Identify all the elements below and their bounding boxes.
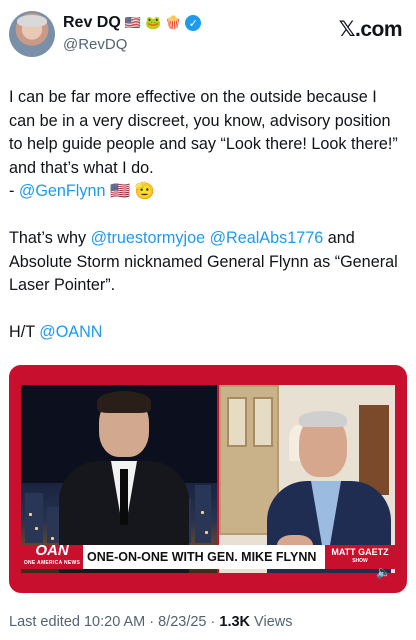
mention-genflynn[interactable]: @GenFlynn bbox=[19, 182, 106, 200]
tweet-header: Rev DQ 🇺🇸 🐸 🍿 ✓ @RevDQ 𝕏.com bbox=[0, 0, 416, 70]
oan-logo: OAN ONE AMERICA NEWS bbox=[21, 542, 83, 569]
oan-logo-text: OAN bbox=[35, 542, 69, 559]
frog-emoji: 🐸 bbox=[144, 15, 162, 30]
quote-text: I can be far more effective on the outsi… bbox=[9, 88, 398, 177]
verified-badge-icon: ✓ bbox=[185, 15, 202, 31]
tweet-explanation-paragraph: That’s why @truestormyjoe @RealAbs1776 a… bbox=[9, 227, 407, 298]
volume-icon[interactable]: 🔈 bbox=[376, 565, 391, 579]
views-label: Views bbox=[250, 614, 293, 630]
chyron-headline: ONE-ON-ONE WITH GEN. MIKE FLYNN bbox=[83, 545, 325, 569]
guest-hair bbox=[299, 411, 347, 427]
tweet-text: I can be far more effective on the outsi… bbox=[9, 86, 407, 368]
author-avatar[interactable] bbox=[9, 11, 55, 57]
flag-salute-emojis: 🇺🇸 🫡 bbox=[110, 182, 155, 200]
author-name-row: Rev DQ 🇺🇸 🐸 🍿 ✓ bbox=[63, 14, 202, 32]
bookshelf bbox=[359, 405, 389, 495]
tweet-meta: Last edited 10:20 AM · 8/23/25 · 1.3K Vi… bbox=[9, 614, 292, 630]
host-tie bbox=[120, 469, 128, 525]
author-display-name[interactable]: Rev DQ bbox=[63, 14, 121, 32]
mention-truestormyjoe[interactable]: @truestormyjoe bbox=[91, 229, 206, 247]
hat-tip-prefix: H/T bbox=[9, 323, 40, 341]
last-edited-timestamp[interactable]: Last edited 10:20 AM · 8/23/25 · bbox=[9, 614, 219, 630]
popcorn-emoji: 🍿 bbox=[165, 15, 182, 30]
mention-realabs1776[interactable]: @RealAbs1776 bbox=[210, 229, 324, 247]
show-badge-text: MATT GAETZ bbox=[331, 547, 389, 557]
view-count: 1.3K bbox=[219, 614, 251, 630]
tweet-quote-paragraph: I can be far more effective on the outsi… bbox=[9, 86, 407, 204]
news-chyron: OAN ONE AMERICA NEWS ONE-ON-ONE WITH GEN… bbox=[21, 542, 395, 569]
oan-logo-subtext: ONE AMERICA NEWS bbox=[23, 560, 81, 566]
x-logo: 𝕏.com bbox=[338, 18, 403, 41]
author-handle[interactable]: @RevDQ bbox=[63, 36, 127, 53]
hat-tip-paragraph: H/T @OANN bbox=[9, 321, 407, 345]
attribution-prefix: - bbox=[9, 182, 19, 200]
show-badge-subtext: SHOW bbox=[352, 558, 368, 564]
host-hair bbox=[97, 391, 151, 413]
mention-oann[interactable]: @OANN bbox=[39, 323, 102, 341]
explanation-text-start: That’s why bbox=[9, 229, 91, 247]
us-flag-emoji: 🇺🇸 bbox=[124, 15, 141, 30]
embedded-video[interactable]: OAN ONE AMERICA NEWS ONE-ON-ONE WITH GEN… bbox=[9, 365, 407, 593]
